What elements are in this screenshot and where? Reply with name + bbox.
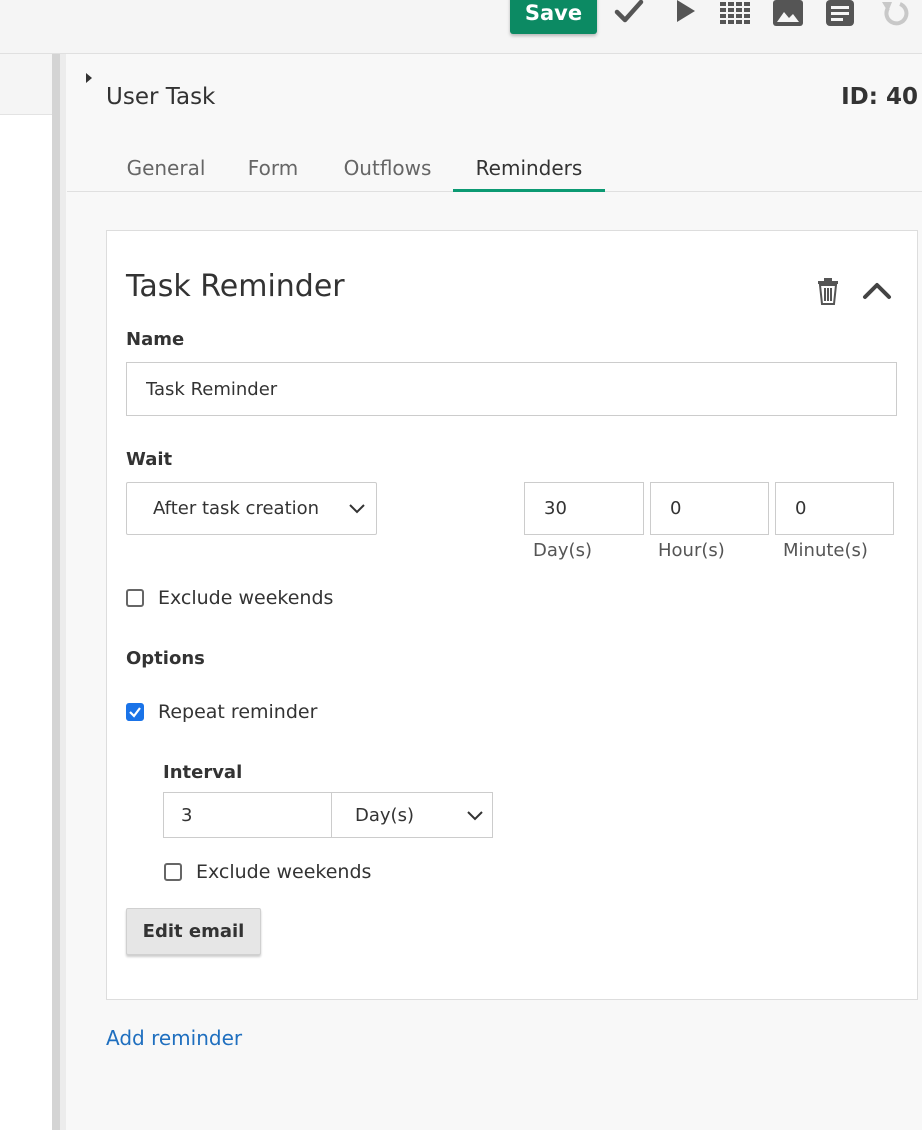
image-icon[interactable] [773, 0, 803, 26]
document-icon[interactable] [826, 0, 856, 26]
trash-icon[interactable] [814, 277, 842, 305]
repeat-reminder-checkbox[interactable] [126, 703, 144, 721]
name-input[interactable] [126, 362, 897, 416]
interval-label: Interval [163, 762, 243, 783]
element-id: ID: 40 [841, 84, 918, 110]
repeat-reminder-label: Repeat reminder [158, 701, 318, 723]
tab-general[interactable]: General [106, 152, 226, 192]
reminder-title: Task Reminder [126, 269, 345, 304]
days-input[interactable] [524, 482, 644, 535]
interval-input[interactable] [163, 792, 332, 838]
chevron-down-icon [467, 811, 483, 821]
exclude-weekends-label: Exclude weekends [158, 587, 334, 609]
days-label: Day(s) [533, 540, 592, 561]
wait-select-value: After task creation [153, 498, 320, 519]
panel-title: User Task [106, 84, 216, 110]
check-icon[interactable] [614, 0, 644, 26]
interval-unit-select[interactable]: Day(s) [331, 792, 493, 838]
grid-icon[interactable] [720, 0, 750, 26]
name-label: Name [126, 329, 185, 350]
play-icon[interactable] [670, 0, 700, 26]
wait-select[interactable]: After task creation [126, 482, 377, 535]
add-reminder-link[interactable]: Add reminder [106, 1026, 242, 1050]
tab-bar: General Form Outflows Reminders [67, 152, 922, 192]
save-button[interactable]: Save [510, 0, 597, 34]
tab-reminders[interactable]: Reminders [453, 152, 605, 192]
hours-label: Hour(s) [658, 540, 725, 561]
options-label: Options [126, 648, 205, 669]
tab-form[interactable]: Form [235, 152, 311, 192]
edit-email-button[interactable]: Edit email [126, 908, 261, 955]
interval-exclude-weekends-checkbox[interactable] [164, 863, 182, 881]
top-toolbar: Save [0, 0, 922, 54]
undo-icon[interactable] [880, 0, 910, 26]
exclude-weekends-checkbox[interactable] [126, 589, 144, 607]
hours-input[interactable] [650, 482, 769, 535]
minutes-input[interactable] [775, 482, 894, 535]
collapse-caret-icon[interactable] [85, 68, 93, 83]
canvas-area[interactable] [0, 54, 52, 1130]
chevron-up-icon[interactable] [862, 277, 892, 305]
minutes-label: Minute(s) [783, 540, 868, 561]
reminder-card: Task Reminder Name Wait After task creat… [106, 230, 918, 1000]
properties-panel: User Task ID: 40 General Form Outflows R… [67, 54, 922, 1130]
interval-exclude-weekends-label: Exclude weekends [196, 861, 372, 883]
chevron-down-icon [349, 504, 365, 514]
tab-outflows[interactable]: Outflows [330, 152, 445, 192]
interval-unit-value: Day(s) [355, 805, 414, 826]
checkmark-icon [129, 707, 141, 718]
resize-divider-track [60, 54, 66, 1130]
wait-label: Wait [126, 449, 173, 470]
canvas-header [0, 54, 52, 115]
